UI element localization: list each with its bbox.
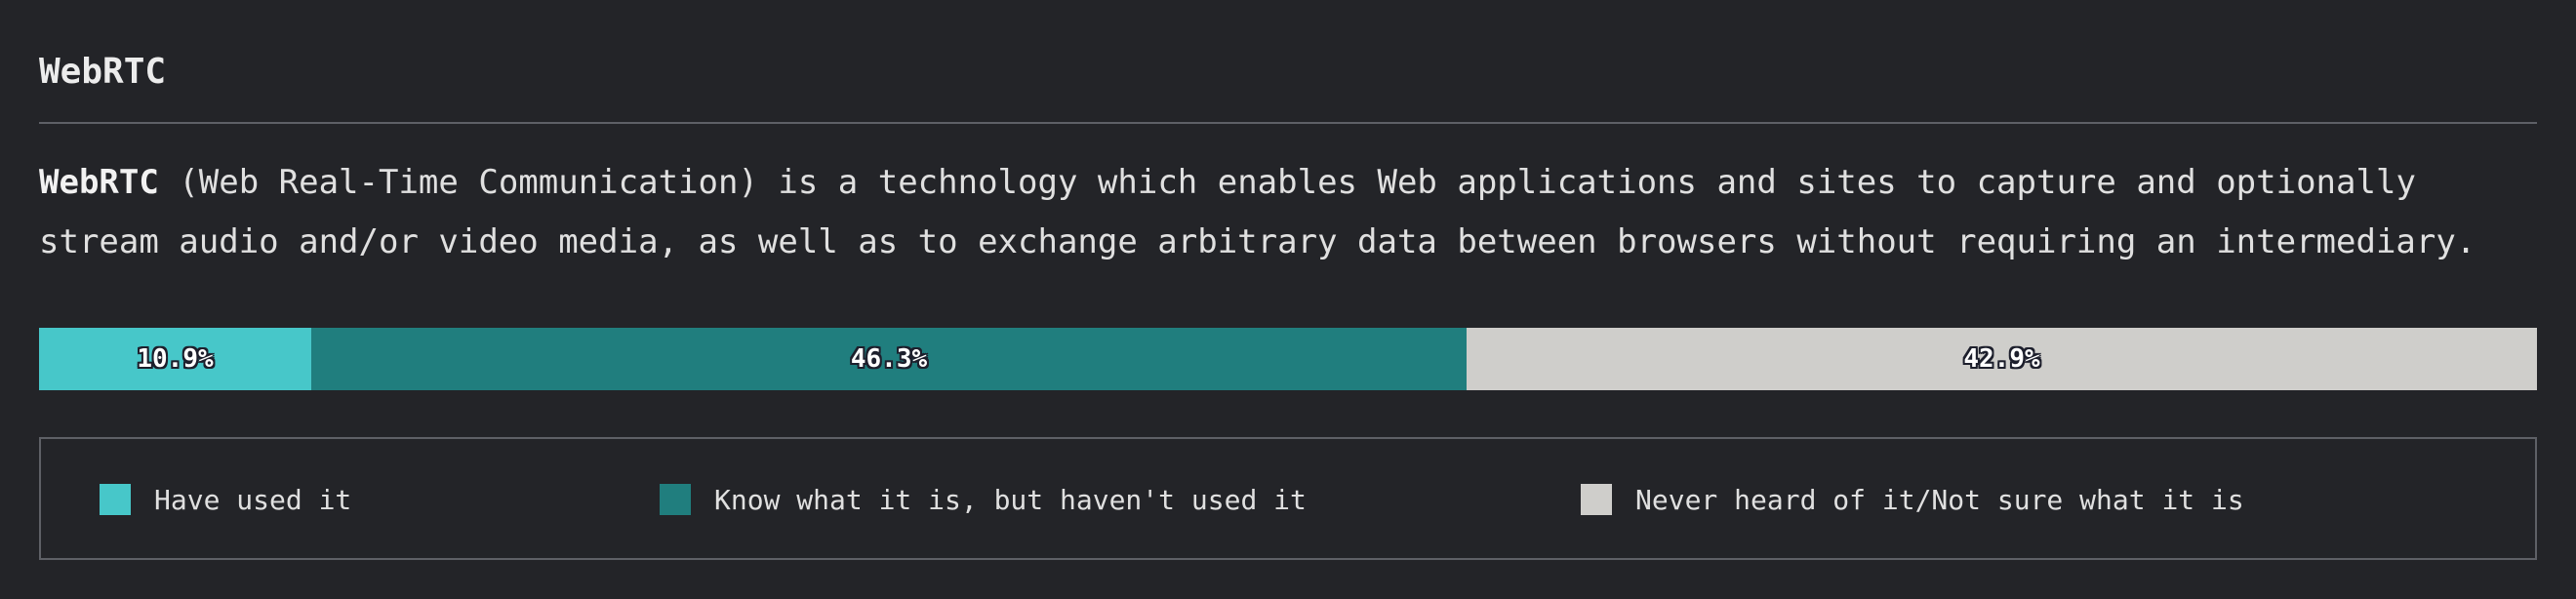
chart-legend: Have used it Know what it is, but haven't… [39, 437, 2537, 560]
legend-label: Have used it [154, 483, 352, 516]
bar-segment-label: 10.9% [137, 344, 214, 374]
bar-segment-3[interactable]: 42.9% [1467, 328, 2537, 390]
stacked-bar: 10.9% 46.3% 42.9% [39, 328, 2537, 390]
chart-description: WebRTC (Web Real-Time Communication) is … [39, 153, 2537, 272]
legend-label: Know what it is, but haven't used it [714, 483, 1307, 516]
bar-segment-1[interactable]: 10.9% [39, 328, 311, 390]
legend-label: Never heard of it/Not sure what it is [1635, 483, 2244, 516]
title-divider [39, 122, 2537, 124]
legend-swatch [100, 484, 131, 515]
legend-item[interactable]: Have used it [100, 483, 352, 516]
legend-item[interactable]: Never heard of it/Not sure what it is [1581, 483, 2244, 516]
description-line-2: stream audio and/or video media, as well… [39, 222, 2476, 261]
legend-swatch [1581, 484, 1612, 515]
bar-segment-2[interactable]: 46.3% [311, 328, 1467, 390]
chart-title: WebRTC [39, 52, 167, 92]
chart-block: WebRTC WebRTC (Web Real-Time Communicati… [39, 0, 2537, 560]
legend-swatch [660, 484, 691, 515]
bar-segment-label: 42.9% [1963, 344, 2040, 374]
description-line-1: WebRTC (Web Real-Time Communication) is … [39, 153, 2537, 213]
bar-segment-label: 46.3% [850, 344, 928, 374]
description-term: WebRTC [39, 163, 159, 202]
legend-item[interactable]: Know what it is, but haven't used it [660, 483, 1307, 516]
description-text-1: (Web Real-Time Communication) is a techn… [158, 163, 2416, 202]
